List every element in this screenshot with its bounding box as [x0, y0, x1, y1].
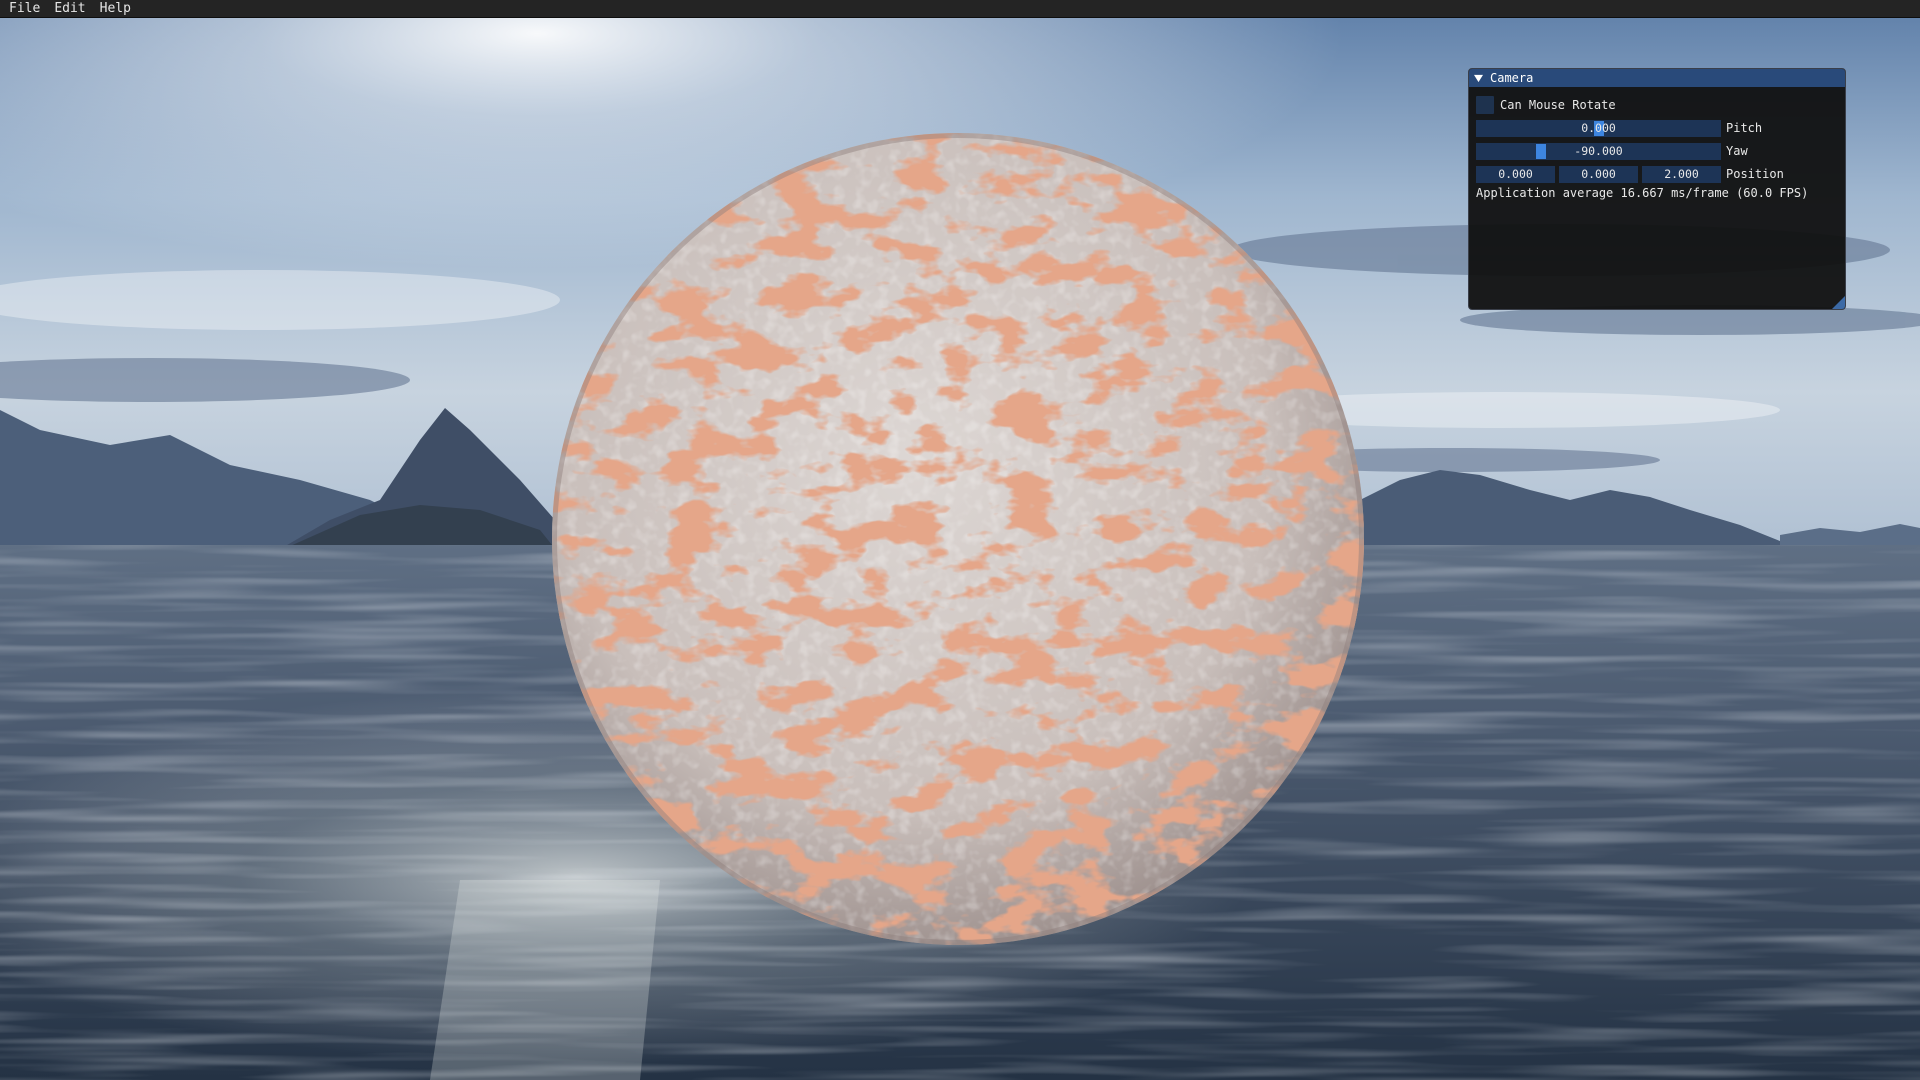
- yaw-value: -90.000: [1574, 143, 1623, 158]
- resize-grip-icon[interactable]: [1832, 296, 1845, 309]
- camera-titlebar[interactable]: Camera: [1469, 69, 1845, 87]
- yaw-label: Yaw: [1726, 144, 1748, 158]
- position-y-value: 0.000: [1581, 166, 1616, 181]
- menu-file[interactable]: File: [2, 0, 47, 18]
- can-mouse-rotate-checkbox[interactable]: [1476, 96, 1494, 114]
- position-x-value: 0.000: [1498, 166, 1533, 181]
- menu-edit[interactable]: Edit: [47, 0, 92, 18]
- pitch-slider[interactable]: 0.000: [1476, 119, 1721, 137]
- pitch-value: 0.000: [1581, 120, 1616, 135]
- main-menubar: File Edit Help: [0, 0, 1920, 18]
- camera-window[interactable]: Camera Can Mouse Rotate 0.000 Pitch -90.…: [1468, 68, 1846, 310]
- position-z-value: 2.000: [1664, 166, 1699, 181]
- pitch-row: 0.000 Pitch: [1476, 119, 1762, 137]
- position-row: 0.000 0.000 2.000 Position: [1476, 165, 1784, 183]
- position-x-field[interactable]: 0.000: [1476, 165, 1555, 183]
- triangle-down-icon[interactable]: [1474, 74, 1483, 83]
- position-z-field[interactable]: 2.000: [1642, 165, 1721, 183]
- yaw-row: -90.000 Yaw: [1476, 142, 1748, 160]
- yaw-slider-grab[interactable]: [1536, 143, 1546, 159]
- stats-row: Application average 16.667 ms/frame (60.…: [1476, 184, 1808, 202]
- can-mouse-rotate-label: Can Mouse Rotate: [1500, 98, 1616, 112]
- can-mouse-rotate-row: Can Mouse Rotate: [1476, 96, 1616, 114]
- position-y-field[interactable]: 0.000: [1559, 165, 1638, 183]
- yaw-slider[interactable]: -90.000: [1476, 142, 1721, 160]
- pitch-label: Pitch: [1726, 121, 1763, 135]
- camera-window-title: Camera: [1490, 71, 1534, 85]
- frame-stats-text: Application average 16.667 ms/frame (60.…: [1476, 186, 1809, 200]
- menu-help[interactable]: Help: [93, 0, 138, 18]
- position-label: Position: [1726, 167, 1784, 181]
